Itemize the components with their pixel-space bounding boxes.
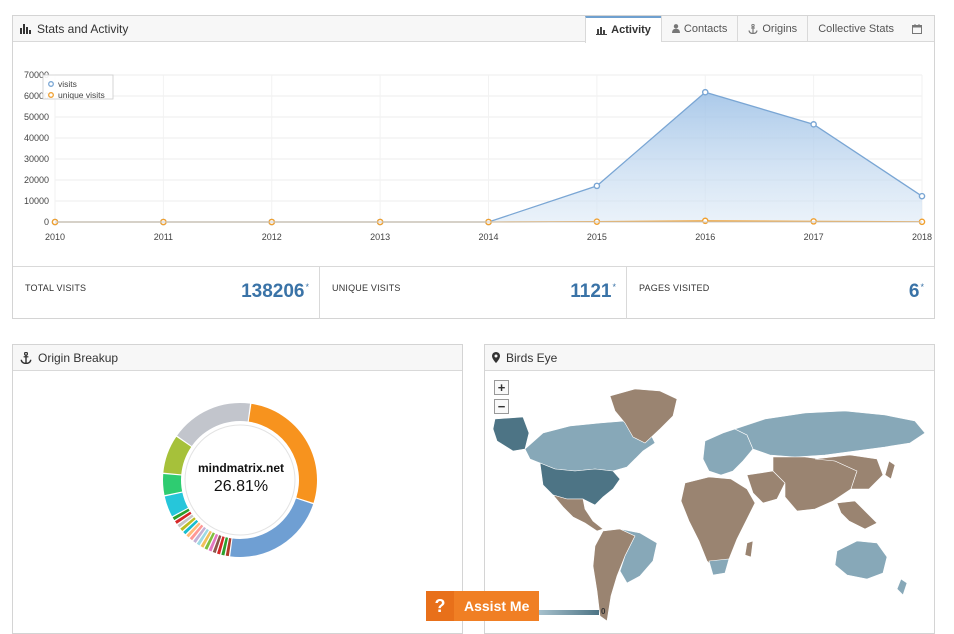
x-tick-label: 2012 bbox=[262, 232, 282, 242]
x-tick-label: 2016 bbox=[695, 232, 715, 242]
map-panel-title: Birds Eye bbox=[506, 350, 558, 365]
stats-activity-panel: Stats and Activity Activity Contacts Ori… bbox=[12, 15, 935, 319]
pages-visited-cell: PAGES VISITED 6* bbox=[627, 267, 934, 319]
visits-point bbox=[810, 121, 817, 128]
y-tick-label: 30000 bbox=[24, 154, 49, 164]
calendar-icon bbox=[912, 23, 922, 34]
donut-center-label: mindmatrix.net bbox=[197, 461, 284, 475]
x-tick-label: 2014 bbox=[478, 232, 498, 242]
y-tick-label: 10000 bbox=[24, 196, 49, 206]
origin-breakup-panel: Origin Breakup mindmatrix.net 26.81% bbox=[12, 344, 463, 634]
x-tick-label: 2017 bbox=[804, 232, 824, 242]
southeast-asia bbox=[836, 500, 878, 530]
bar-chart-icon bbox=[20, 23, 31, 34]
unique-visits-label: UNIQUE VISITS bbox=[332, 283, 401, 293]
y-tick-label: 0 bbox=[44, 217, 49, 227]
tab-collective-stats-label: Collective Stats bbox=[818, 22, 894, 35]
user-icon bbox=[671, 24, 680, 33]
chart-legend: visitsunique visits bbox=[42, 74, 114, 100]
total-visits-value: 138206* bbox=[241, 281, 309, 302]
total-visits-label: TOTAL VISITS bbox=[25, 283, 87, 293]
legend-label: visits bbox=[58, 79, 77, 89]
unique-visits-point bbox=[701, 217, 709, 225]
donut-center-value: 26.81% bbox=[213, 478, 269, 495]
europe bbox=[702, 428, 754, 476]
south-africa bbox=[708, 558, 730, 576]
stats-panel-title: Stats and Activity bbox=[37, 21, 129, 36]
donut-segment bbox=[230, 498, 314, 557]
world-map[interactable] bbox=[485, 371, 934, 631]
origin-donut-chart bbox=[163, 403, 317, 557]
x-tick-label: 2013 bbox=[370, 232, 390, 242]
y-tick-label: 20000 bbox=[24, 175, 49, 185]
help-icon: ? bbox=[426, 591, 454, 621]
activity-chart: 0100002000030000400005000060000700002010… bbox=[24, 70, 932, 242]
unique-visits-cell: UNIQUE VISITS 1121* bbox=[320, 267, 627, 319]
stats-strip: TOTAL VISITS 138206* UNIQUE VISITS 1121*… bbox=[13, 266, 934, 319]
unique-visits-point bbox=[810, 218, 817, 225]
alaska bbox=[492, 416, 530, 452]
legend-marker bbox=[48, 92, 54, 98]
stats-tabs: Activity Contacts Origins Collective Sta… bbox=[585, 15, 934, 43]
y-tick-label: 50000 bbox=[24, 112, 49, 122]
madagascar bbox=[744, 540, 754, 558]
tab-collective-stats[interactable]: Collective Stats bbox=[807, 15, 934, 42]
map-legend-bar bbox=[537, 610, 599, 615]
tab-contacts[interactable]: Contacts bbox=[660, 15, 737, 42]
visits-point bbox=[593, 182, 601, 190]
x-tick-label: 2018 bbox=[912, 232, 932, 242]
new-zealand bbox=[896, 578, 908, 596]
assist-me-button[interactable]: ? Assist Me bbox=[426, 591, 539, 621]
birds-eye-panel: Birds Eye + − 0 bbox=[484, 344, 935, 634]
bar-chart-icon bbox=[596, 26, 608, 35]
tab-origins-label: Origins bbox=[762, 22, 798, 35]
y-tick-label: 40000 bbox=[24, 133, 49, 143]
legend-marker bbox=[48, 81, 54, 87]
total-visits-cell: TOTAL VISITS 138206* bbox=[13, 267, 320, 319]
x-tick-label: 2015 bbox=[587, 232, 607, 242]
map-panel-header: Birds Eye bbox=[485, 345, 934, 371]
map-marker-icon bbox=[492, 352, 500, 363]
pages-visited-value: 6* bbox=[908, 281, 924, 302]
tab-activity[interactable]: Activity bbox=[585, 15, 661, 43]
japan bbox=[884, 460, 896, 480]
x-tick-label: 2011 bbox=[154, 232, 173, 242]
australia bbox=[834, 540, 888, 580]
unique-visits-value: 1121* bbox=[570, 281, 616, 302]
origin-panel-title: Origin Breakup bbox=[38, 350, 119, 365]
russia bbox=[734, 410, 926, 458]
zoom-out-button[interactable]: − bbox=[494, 399, 509, 414]
anchor-icon bbox=[20, 351, 32, 364]
stats-panel-header: Stats and Activity Activity Contacts Ori… bbox=[13, 15, 934, 43]
legend-label: unique visits bbox=[58, 90, 105, 100]
zoom-in-button[interactable]: + bbox=[494, 380, 509, 395]
origin-panel-header: Origin Breakup bbox=[13, 345, 462, 371]
pages-visited-label: PAGES VISITED bbox=[639, 283, 710, 293]
assist-me-label: Assist Me bbox=[464, 598, 530, 614]
map-legend-value: 0 bbox=[601, 607, 606, 616]
tab-origins[interactable]: Origins bbox=[737, 15, 807, 42]
tab-contacts-label: Contacts bbox=[683, 22, 728, 35]
donut-segment bbox=[177, 403, 251, 446]
x-tick-label: 2010 bbox=[45, 232, 65, 242]
anchor-icon bbox=[748, 23, 758, 34]
map-countries bbox=[492, 388, 926, 622]
tab-activity-label: Activity bbox=[611, 24, 651, 36]
visits-point bbox=[918, 192, 926, 200]
visits-point bbox=[701, 88, 709, 96]
africa bbox=[680, 476, 756, 572]
